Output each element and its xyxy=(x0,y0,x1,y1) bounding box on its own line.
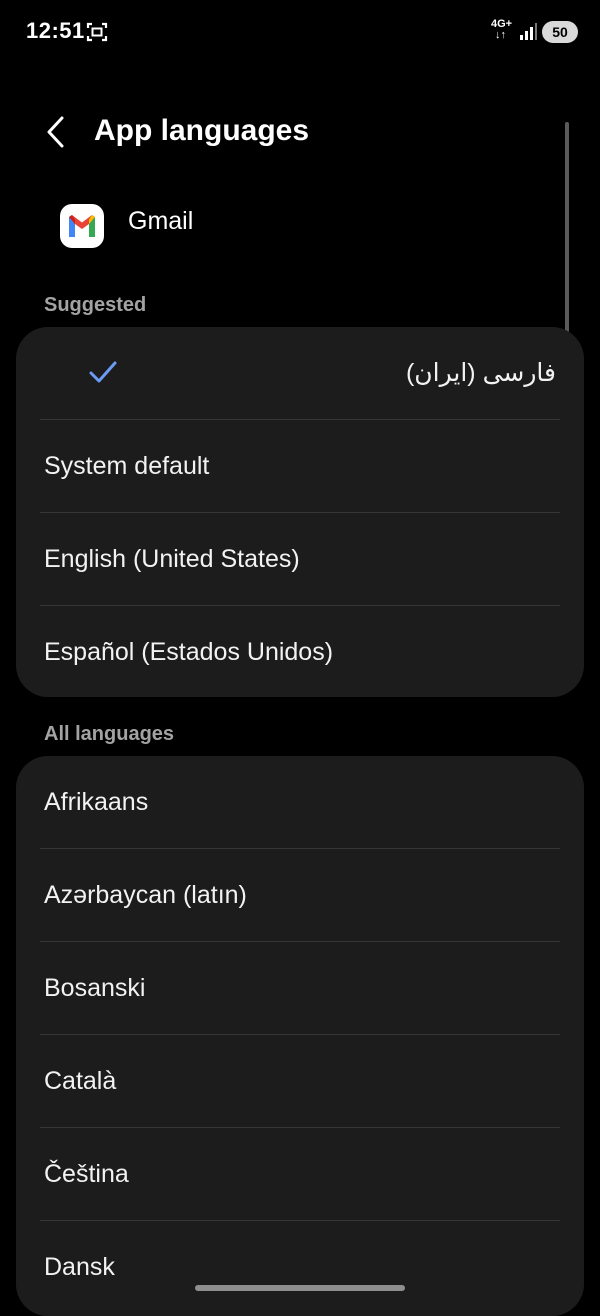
language-item-danish[interactable]: Dansk xyxy=(16,1221,584,1314)
suggested-languages-list: فارسی (ایران) System default English (Un… xyxy=(16,327,584,697)
section-header-suggested: Suggested xyxy=(44,294,147,316)
status-time: 12:51 xyxy=(26,18,85,43)
all-languages-list: Afrikaans Azərbaycan (latın) Bosanski Ca… xyxy=(16,756,584,1316)
language-label: Afrikaans xyxy=(44,788,149,816)
language-label: Bosanski xyxy=(44,974,146,1002)
language-label: Español (Estados Unidos) xyxy=(44,638,334,666)
back-button[interactable] xyxy=(36,110,76,154)
page-title: App languages xyxy=(94,114,310,147)
language-item-persian[interactable]: فارسی (ایران) xyxy=(16,327,584,420)
language-label: Dansk xyxy=(44,1253,115,1281)
language-item-catalan[interactable]: Català xyxy=(16,1035,584,1128)
gmail-icon xyxy=(60,204,104,248)
checkmark-icon xyxy=(89,361,117,383)
language-item-azerbaijani[interactable]: Azərbaycan (latın) xyxy=(16,849,584,942)
language-item-english-us[interactable]: English (United States) xyxy=(16,513,584,606)
language-label: Čeština xyxy=(44,1160,129,1188)
network-activity-icon: ↓↑ xyxy=(495,29,506,41)
battery-icon: 50 xyxy=(542,21,578,43)
language-label: System default xyxy=(44,452,210,480)
language-item-afrikaans[interactable]: Afrikaans xyxy=(16,756,584,849)
language-item-spanish-us[interactable]: Español (Estados Unidos) xyxy=(16,606,584,697)
status-bar: 12:51 4G+ ↓↑ 50 xyxy=(0,0,600,64)
section-header-all-languages: All languages xyxy=(44,723,175,745)
language-item-bosnian[interactable]: Bosanski xyxy=(16,942,584,1035)
signal-icon xyxy=(518,21,538,41)
language-item-czech[interactable]: Čeština xyxy=(16,1128,584,1221)
chevron-left-icon xyxy=(47,116,64,148)
language-label: Català xyxy=(44,1067,117,1095)
screenshot-icon xyxy=(86,21,108,43)
gesture-navigation-bar[interactable] xyxy=(195,1285,405,1291)
app-name: Gmail xyxy=(128,207,194,235)
language-label: Azərbaycan (latın) xyxy=(44,881,247,909)
language-item-system-default[interactable]: System default xyxy=(16,420,584,513)
language-label: فارسی (ایران) xyxy=(405,359,556,387)
scroll-indicator xyxy=(565,122,569,350)
language-label: English (United States) xyxy=(44,545,300,573)
